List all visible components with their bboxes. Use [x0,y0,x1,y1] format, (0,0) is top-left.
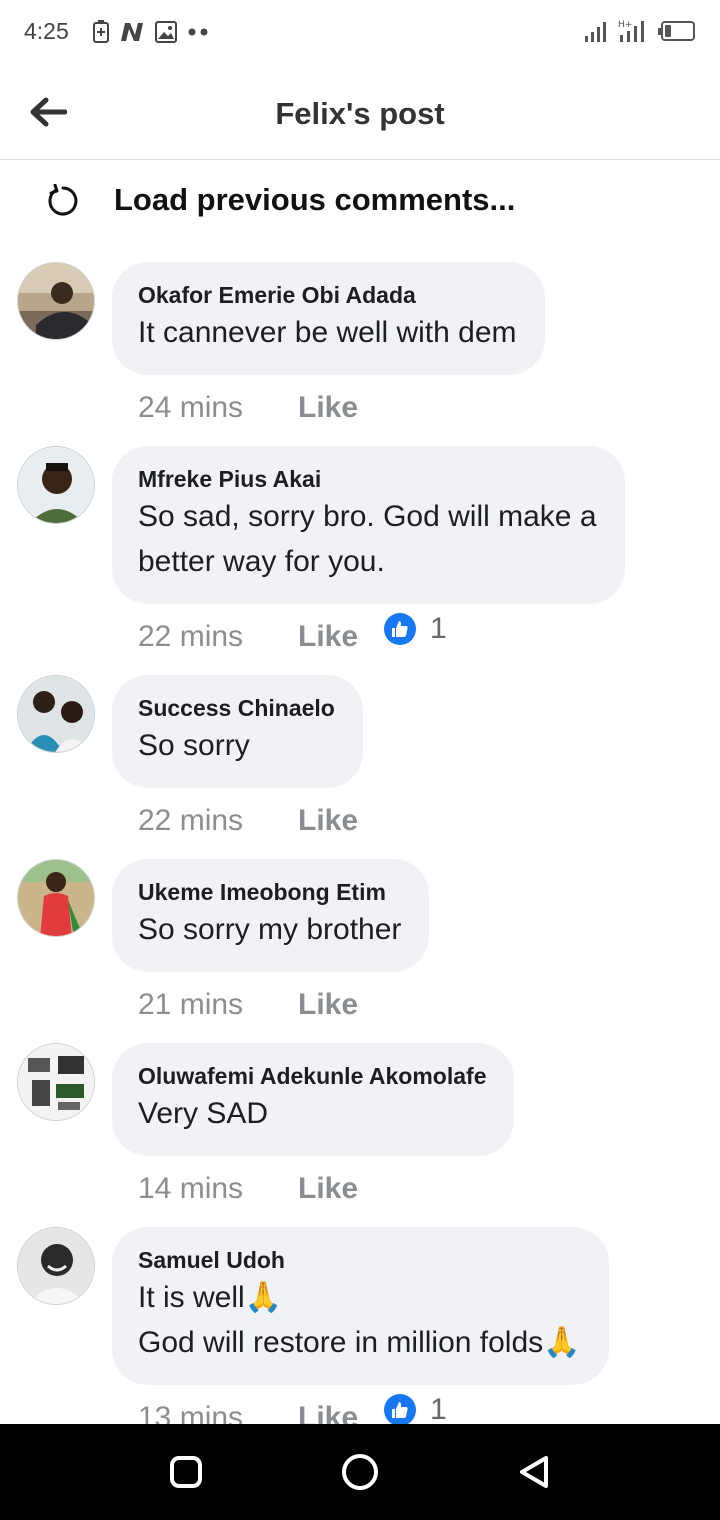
header: Felix's post [0,64,720,160]
comment-author[interactable]: Mfreke Pius Akai [138,464,597,494]
comment-meta: 14 mins Like [138,1172,358,1206]
comment-time[interactable]: 14 mins [138,1172,298,1206]
comment-text: God will restore in million folds🙏 [138,1326,581,1359]
comment-bubble[interactable]: Ukeme Imeobong Etim So sorry my brother [112,859,430,972]
avatar[interactable] [17,675,95,753]
load-previous-label: Load previous comments... [114,182,516,217]
square-home-icon [170,1456,202,1488]
signal-2-icon: H+ [618,18,648,47]
comment-bubble[interactable]: Mfreke Pius Akai So sad, sorry bro. God … [112,446,625,604]
load-previous-comments[interactable]: Load previous comments... [0,164,720,236]
like-button[interactable]: Like [298,804,358,838]
avatar[interactable] [17,262,95,340]
comment-author[interactable]: Oluwafemi Adekunle Akomolafe [138,1061,486,1091]
comment-time[interactable]: 21 mins [138,988,298,1022]
comment-text: better way for you. [138,545,385,578]
home-button[interactable] [340,1452,380,1492]
comment-time[interactable]: 22 mins [138,804,298,838]
comment-text: So sorry my brother [138,913,402,946]
comment-author[interactable]: Samuel Udoh [138,1245,581,1275]
svg-text:H+: H+ [618,20,632,30]
comment-meta: 22 mins Like [138,620,358,654]
reaction-summary[interactable]: 1 [384,1393,447,1427]
refresh-icon [48,184,78,216]
comment-text: So sorry [138,729,250,762]
circle-home-icon [342,1454,378,1490]
comment-bubble[interactable]: Oluwafemi Adekunle Akomolafe Very SAD [112,1043,515,1156]
battery-saver-icon [92,20,110,49]
navigation-bar [0,1424,720,1520]
more-notifications-icon [186,20,210,49]
recent-apps-button[interactable] [166,1452,206,1492]
comment-bubble[interactable]: Success Chinaelo So sorry [112,675,363,788]
comment-time[interactable]: 24 mins [138,391,298,425]
comment-meta: 21 mins Like [138,988,358,1022]
reaction-count: 1 [430,612,447,645]
like-button[interactable]: Like [298,988,358,1022]
like-button[interactable]: Like [298,620,358,654]
comment-bubble[interactable]: Samuel Udoh It is well🙏 God will restore… [112,1227,609,1385]
status-time: 4:25 [24,18,69,44]
avatar[interactable] [17,859,95,937]
battery-icon [658,20,696,47]
comment-bubble[interactable]: Okafor Emerie Obi Adada It cannever be w… [112,262,545,375]
comment-author[interactable]: Okafor Emerie Obi Adada [138,280,517,310]
status-notification-icons [92,20,210,49]
comment-text: So sad, sorry bro. God will make a [138,500,597,533]
avatar[interactable] [17,1227,95,1305]
comment-text: Very SAD [138,1097,269,1130]
comment-time[interactable]: 22 mins [138,620,298,654]
thumbs-up-icon [384,1394,416,1426]
gallery-icon [154,20,178,49]
page-title: Felix's post [275,96,445,131]
reaction-summary[interactable]: 1 [384,612,447,646]
signal-1-icon [584,20,608,47]
status-bar: 4:25 H+ [0,0,720,64]
status-system-icons: H+ [584,18,696,47]
triangle-back-icon [520,1456,548,1488]
like-button[interactable]: Like [298,1172,358,1206]
comment-meta: 24 mins Like [138,391,358,425]
reaction-count: 1 [430,1393,447,1426]
comment-author[interactable]: Ukeme Imeobong Etim [138,877,401,907]
avatar[interactable] [17,1043,95,1121]
avatar[interactable] [17,446,95,524]
thumbs-up-icon [384,613,416,645]
comment-author[interactable]: Success Chinaelo [138,693,335,723]
comment-text: It is well🙏 [138,1281,283,1314]
comment-text: It cannever be well with dem [138,316,517,349]
comment-meta: 22 mins Like [138,804,358,838]
like-button[interactable]: Like [298,391,358,425]
n-app-icon [118,20,146,49]
back-nav-button[interactable] [514,1452,554,1492]
